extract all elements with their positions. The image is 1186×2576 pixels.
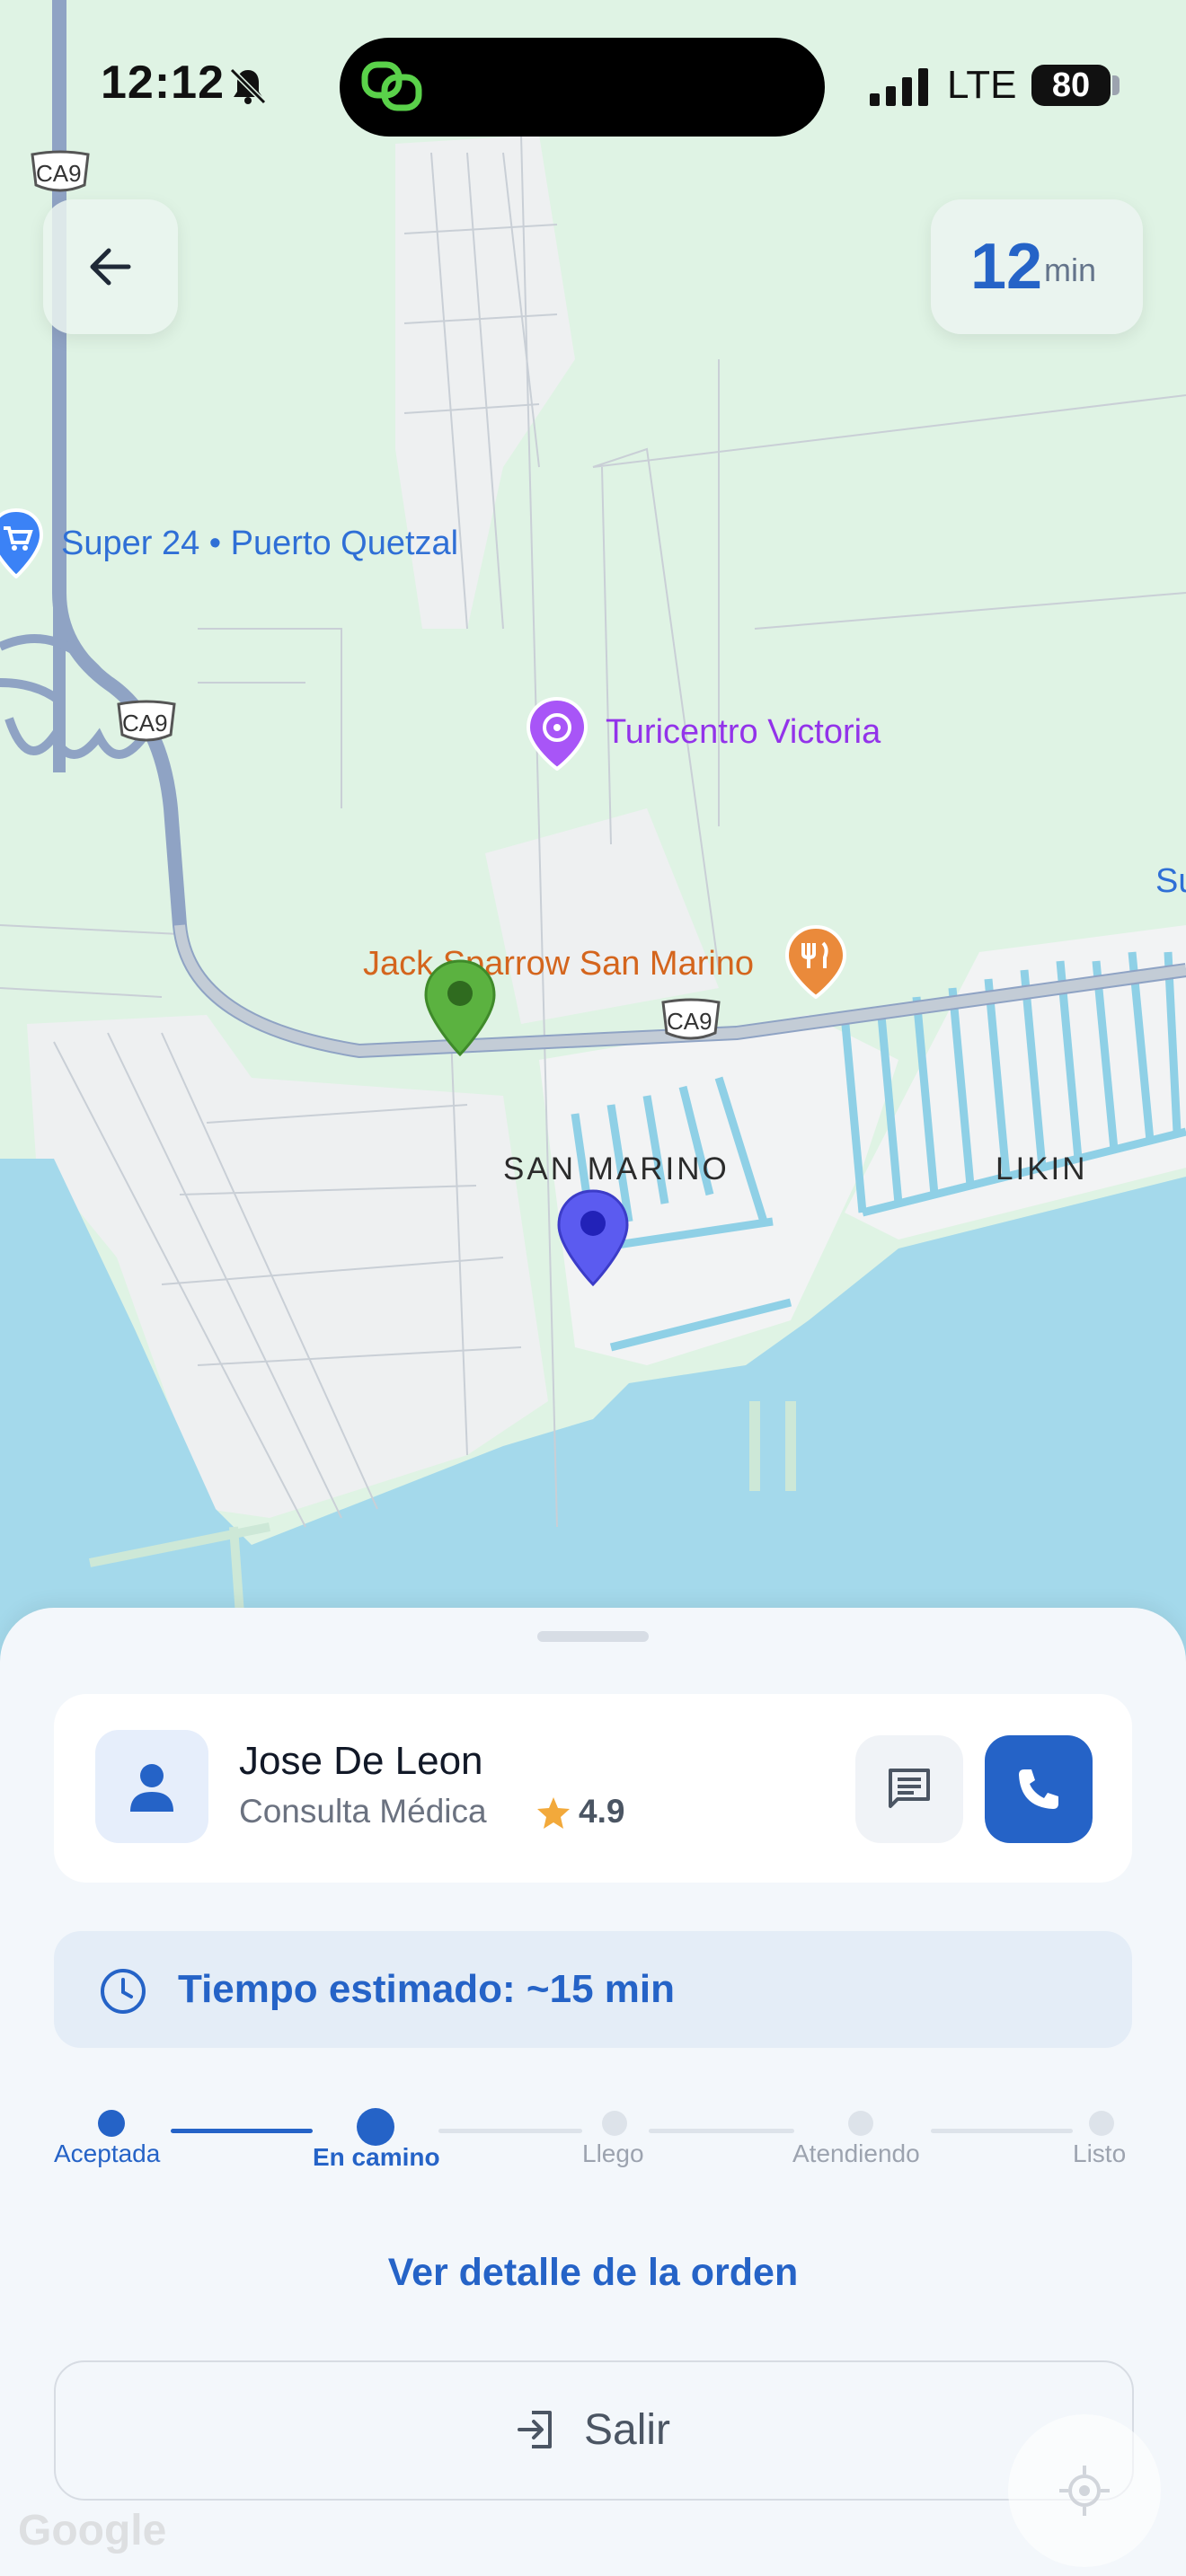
step-dot-atendiendo (848, 2111, 873, 2136)
cart-icon (0, 507, 44, 579)
step-dot-aceptada (98, 2110, 125, 2137)
bottom-sheet: Jose De Leon Consulta Médica 4.9 Tiempo … (0, 1608, 1186, 2576)
step-dot-llego (602, 2111, 627, 2136)
status-time: 12:12 (101, 57, 225, 109)
star-icon (537, 1797, 570, 1829)
driver-pin-icon (424, 959, 496, 1057)
map-attribution: Google (18, 2507, 167, 2554)
call-button[interactable] (985, 1735, 1093, 1843)
route-badge-ca9: CA9 (113, 699, 180, 745)
route-badge-label: CA9 (122, 710, 168, 737)
place-label-partial: Su (1155, 862, 1186, 900)
app-link-icon (361, 61, 422, 111)
step-label: Llego (582, 2139, 644, 2167)
step-connector (171, 2129, 313, 2133)
back-button[interactable] (43, 199, 178, 334)
step-label: En camino (313, 2143, 440, 2171)
provider-card: Jose De Leon Consulta Médica 4.9 (54, 1694, 1132, 1883)
area-label-likin: LIKIN (996, 1151, 1088, 1187)
signal-icon (870, 68, 928, 106)
route-badge-ca9: CA9 (658, 997, 724, 1044)
estimated-time-text: Tiempo estimado: ~15 min (178, 1967, 676, 2011)
park-icon (526, 696, 589, 772)
person-icon (130, 1764, 173, 1812)
step-connector (438, 2129, 582, 2133)
battery-level: 80 (1051, 66, 1091, 104)
place-label-turicentro[interactable]: Turicentro Victoria (606, 713, 881, 752)
place-marker-restaurant[interactable] (783, 924, 848, 1000)
eta-value: 12 (970, 231, 1043, 303)
eta-unit: min (1044, 251, 1097, 288)
step-label: Aceptada (54, 2139, 161, 2167)
estimated-time-banner: Tiempo estimado: ~15 min (54, 1931, 1132, 2048)
step-connector (649, 2129, 794, 2133)
place-label-super24[interactable]: Super 24 • Puerto Quetzal (61, 525, 458, 563)
network-type: LTE (947, 63, 1017, 107)
place-marker-super24[interactable] (0, 507, 45, 579)
exit-button[interactable]: Salir (54, 2360, 1134, 2501)
exit-icon (518, 2411, 552, 2448)
eta-card: 12 min (931, 199, 1143, 334)
arrow-left-icon (90, 248, 131, 286)
step-label: Listo (1073, 2139, 1127, 2167)
fork-knife-icon (784, 924, 847, 1000)
driver-pin[interactable] (422, 957, 498, 1058)
area-label-san-marino: SAN MARINO (503, 1151, 730, 1187)
sheet-grabber[interactable] (537, 1631, 649, 1642)
place-marker-turicentro[interactable] (525, 696, 589, 772)
exit-label: Salir (584, 2406, 671, 2454)
my-location-button[interactable] (1008, 2414, 1161, 2567)
clock-icon (101, 1969, 146, 2014)
avatar (95, 1730, 208, 1843)
destination-pin[interactable] (555, 1187, 631, 1288)
order-detail-link[interactable]: Ver detalle de la orden (0, 2251, 1186, 2295)
bell-muted-icon (229, 67, 267, 105)
step-dot-en-camino (357, 2108, 394, 2146)
chat-icon (889, 1769, 930, 1808)
route-badge-label: CA9 (667, 1008, 712, 1035)
rating-value: 4.9 (579, 1793, 625, 1830)
battery-indicator: 80 (1031, 65, 1111, 106)
service-type: Consulta Médica (239, 1793, 487, 1830)
destination-pin-icon (557, 1189, 629, 1287)
battery-tip (1112, 75, 1120, 95)
crosshair-icon (1059, 2466, 1110, 2516)
step-dot-listo (1089, 2111, 1114, 2136)
step-connector (931, 2129, 1073, 2133)
phone-icon (1019, 1769, 1058, 1809)
provider-name: Jose De Leon (239, 1739, 483, 1783)
status-bar: 12:12 LTE 80 (0, 0, 1186, 171)
step-label: Atendiendo (792, 2139, 920, 2167)
message-button[interactable] (855, 1735, 963, 1843)
